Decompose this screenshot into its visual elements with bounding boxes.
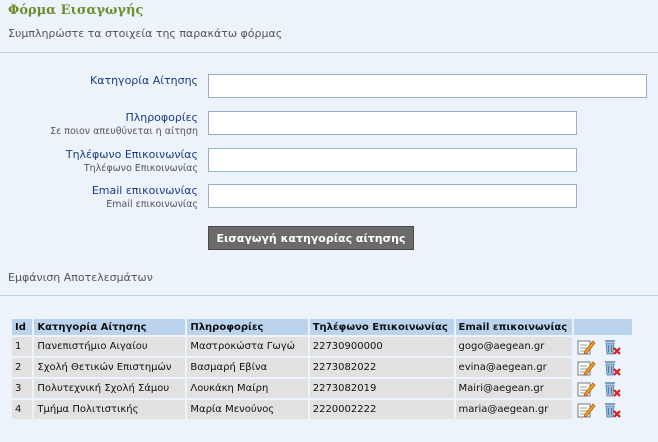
field-label-info: Πληροφορίες xyxy=(125,111,198,124)
field-row-email: Email επικοινωνίας Email επικοινωνίας xyxy=(0,184,658,210)
cell-category: Τμήμα Πολιτιστικής xyxy=(34,400,186,419)
cell-actions xyxy=(573,337,632,356)
divider xyxy=(0,52,658,53)
form-subtitle: Συμπληρώστε τα στοιχεία της παρακάτω φόρ… xyxy=(8,27,283,40)
cell-info: Λουκάκη Μαίρη xyxy=(187,379,308,398)
cell-phone: 2273082022 xyxy=(309,358,454,377)
column-header-id: Id xyxy=(12,319,33,335)
cell-id: 1 xyxy=(12,337,33,356)
edit-icon[interactable] xyxy=(576,338,596,356)
info-input[interactable] xyxy=(208,111,577,135)
table-row: 1 Πανεπιστήμιο Αιγαίου Μαστροκώστα Γωγώ 227… xyxy=(12,337,632,356)
cell-actions xyxy=(573,379,632,398)
email-input[interactable] xyxy=(208,184,577,208)
edit-icon[interactable] xyxy=(576,401,596,419)
cell-email: gogo@aegean.gr xyxy=(455,337,572,356)
category-input[interactable] xyxy=(208,74,647,98)
field-label-email: Email επικοινωνίας xyxy=(91,184,198,197)
field-sublabel-email: Email επικοινωνίας xyxy=(106,199,198,210)
delete-icon[interactable] xyxy=(602,359,622,377)
field-row-info: Πληροφορίες Σε ποιον απευθύνεται η αίτησ… xyxy=(0,111,658,137)
delete-icon[interactable] xyxy=(602,380,622,398)
column-header-email: Email επικοινωνίας xyxy=(455,319,572,335)
field-row-phone: Τηλέφωνο Επικοινωνίας Τηλέφωνο Επικοινων… xyxy=(0,148,658,174)
delete-icon[interactable] xyxy=(602,401,622,419)
cell-info: Βασμαρή Εβίνα xyxy=(187,358,308,377)
cell-phone: 2273082019 xyxy=(309,379,454,398)
field-label-category: Κατηγορία Αίτησης xyxy=(90,74,198,87)
edit-icon[interactable] xyxy=(576,380,596,398)
edit-icon[interactable] xyxy=(576,359,596,377)
phone-input[interactable] xyxy=(208,148,577,172)
cell-id: 3 xyxy=(12,379,33,398)
column-header-category: Κατηγορία Αίτησης xyxy=(34,319,186,335)
field-sublabel-phone: Τηλέφωνο Επικοινωνίας xyxy=(83,163,198,174)
field-sublabel-info: Σε ποιον απευθύνεται η αίτηση xyxy=(50,126,198,137)
form-title: Φόρμα Εισαγωγής xyxy=(8,3,144,18)
table-header-row: Id Κατηγορία Αίτησης Πληροφορίες Τηλέφων… xyxy=(12,319,632,335)
cell-phone: 22730900000 xyxy=(309,337,454,356)
field-row-category: Κατηγορία Αίτησης xyxy=(0,74,658,100)
table-row: 3 Πολυτεχνική Σχολή Σάμου Λουκάκη Μαίρη 227… xyxy=(12,379,632,398)
cell-id: 4 xyxy=(12,400,33,419)
results-table: Id Κατηγορία Αίτησης Πληροφορίες Τηλέφων… xyxy=(10,317,634,421)
cell-info: Μαστροκώστα Γωγώ xyxy=(187,337,308,356)
cell-actions xyxy=(573,400,632,419)
table-row: 2 Σχολή Θετικών Επιστημών Βασμαρή Εβίνα 227… xyxy=(12,358,632,377)
column-header-actions xyxy=(573,319,632,335)
cell-phone: 2220002222 xyxy=(309,400,454,419)
cell-email: maria@aegean.gr xyxy=(455,400,572,419)
submit-button[interactable]: Εισαγωγή κατηγορίας αίτησης xyxy=(208,226,414,250)
field-label-phone: Τηλέφωνο Επικοινωνίας xyxy=(65,148,198,161)
cell-id: 2 xyxy=(12,358,33,377)
cell-email: evina@aegean.gr xyxy=(455,358,572,377)
cell-category: Σχολή Θετικών Επιστημών xyxy=(34,358,186,377)
delete-icon[interactable] xyxy=(602,338,622,356)
cell-actions xyxy=(573,358,632,377)
divider xyxy=(0,295,658,296)
cell-info: Μαρία Μενούνος xyxy=(187,400,308,419)
table-row: 4 Τμήμα Πολιτιστικής Μαρία Μενούνος 2220002… xyxy=(12,400,632,419)
cell-category: Πανεπιστήμιο Αιγαίου xyxy=(34,337,186,356)
cell-category: Πολυτεχνική Σχολή Σάμου xyxy=(34,379,186,398)
cell-email: Mairi@aegean.gr xyxy=(455,379,572,398)
column-header-info: Πληροφορίες xyxy=(187,319,308,335)
results-title: Εμφάνιση Αποτελεσμάτων xyxy=(8,271,153,284)
column-header-phone: Τηλέφωνο Επικοινωνίας xyxy=(309,319,454,335)
